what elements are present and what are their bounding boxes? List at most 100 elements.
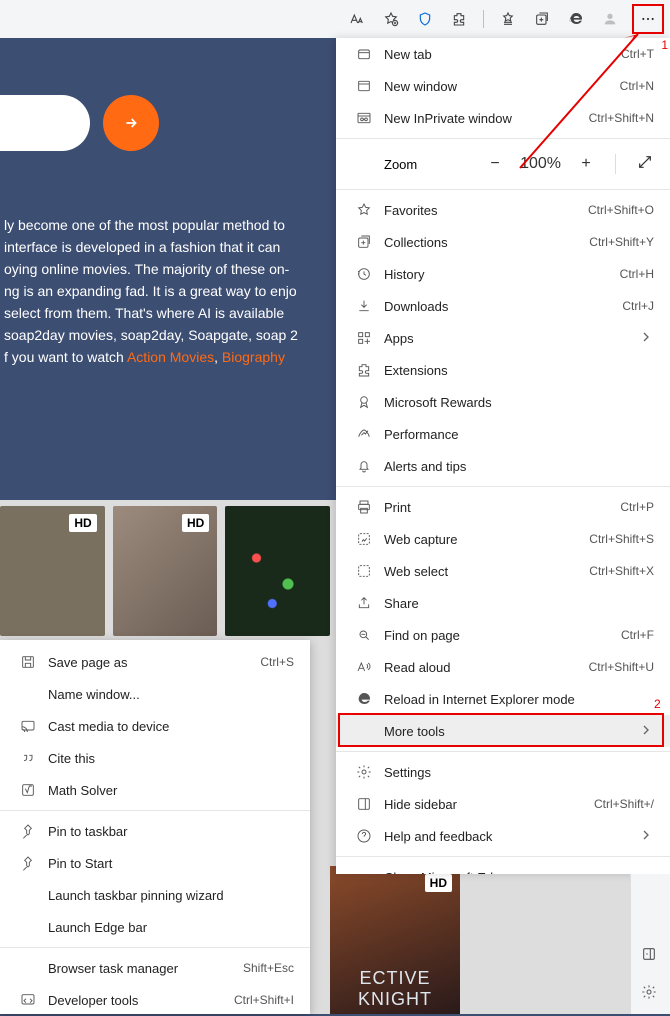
menu-item-settings[interactable]: Settings [336,756,670,788]
sidebar-icon [352,796,376,812]
menu-item-favorites[interactable]: FavoritesCtrl+Shift+O [336,194,670,226]
menu-item-developer-tools[interactable]: Developer toolsCtrl+Shift+I [0,984,310,1016]
browser-sidebar [630,874,670,1014]
history-icon [352,266,376,282]
menu-item-new-inprivate-window[interactable]: New InPrivate windowCtrl+Shift+N [336,102,670,134]
fullscreen-button[interactable] [636,154,654,175]
menu-label: Hide sidebar [376,797,594,812]
menu-divider [0,810,310,811]
menu-item-new-window[interactable]: New windowCtrl+N [336,70,670,102]
window-icon [352,78,376,94]
menu-item-microsoft-rewards[interactable]: Microsoft Rewards [336,386,670,418]
menu-label: Save page as [40,655,260,670]
menu-item-save-page-as[interactable]: Save page asCtrl+S [0,646,310,678]
menu-shortcut: Ctrl+Shift+N [589,111,654,125]
menu-label: Performance [376,427,654,442]
menu-shortcut: Ctrl+H [620,267,654,281]
pin-icon [16,855,40,871]
menu-item-reload-in-internet-explorer-mode[interactable]: Reload in Internet Explorer mode [336,683,670,715]
menu-item-alerts-and-tips[interactable]: Alerts and tips [336,450,670,482]
menu-item-new-tab[interactable]: New tabCtrl+T [336,38,670,70]
menu-item-more-tools[interactable]: More tools [336,715,670,747]
menu-item-pin-to-taskbar[interactable]: Pin to taskbar [0,815,310,847]
desc-line: oying online movies. The majority of the… [4,261,289,277]
menu-label: New window [376,79,620,94]
menu-item-web-capture[interactable]: Web captureCtrl+Shift+S [336,523,670,555]
menu-item-extensions[interactable]: Extensions [336,354,670,386]
menu-item-launch-taskbar-pinning-wizard[interactable]: Launch taskbar pinning wizard [0,879,310,911]
menu-label: Launch Edge bar [40,920,294,935]
sidebar-settings-icon[interactable] [641,984,661,1004]
movie-thumb[interactable] [225,506,330,636]
movie-thumb[interactable]: HD [0,506,105,636]
zoom-out-button[interactable]: − [486,155,504,173]
menu-divider [0,947,310,948]
desc-line: ly become one of the most popular method… [4,217,285,233]
menu-item-browser-task-manager[interactable]: Browser task managerShift+Esc [0,952,310,984]
hd-badge: HD [69,514,96,532]
tab-icon [352,46,376,62]
zoom-in-button[interactable]: + [577,155,595,173]
menu-item-read-aloud[interactable]: Read aloudCtrl+Shift+U [336,651,670,683]
perf-icon [352,426,376,442]
menu-item-collections[interactable]: CollectionsCtrl+Shift+Y [336,226,670,258]
search-go-button[interactable] [103,95,159,151]
menu-item-name-window[interactable]: Name window... [0,678,310,710]
menu-shortcut: Ctrl+Shift+X [589,564,654,578]
inprivate-icon [352,110,376,126]
annotation-box-1 [632,4,664,34]
ie-icon [352,691,376,707]
link-biography[interactable]: Biography [222,349,285,365]
chevron-right-icon [638,827,654,846]
ie-mode-icon[interactable] [566,9,586,29]
menu-label: Web select [376,564,589,579]
link-sep: , [214,349,222,365]
menu-item-hide-sidebar[interactable]: Hide sidebarCtrl+Shift+/ [336,788,670,820]
menu-item-history[interactable]: HistoryCtrl+H [336,258,670,290]
menu-label: Cite this [40,751,294,766]
menu-label: Downloads [376,299,622,314]
menu-divider [336,189,670,190]
collections-icon [352,234,376,250]
menu-shortcut: Shift+Esc [243,961,294,975]
shield-icon[interactable] [415,9,435,29]
menu-item-launch-edge-bar[interactable]: Launch Edge bar [0,911,310,943]
menu-item-cast-media-to-device[interactable]: Cast media to device [0,710,310,742]
menu-item-math-solver[interactable]: Math Solver [0,774,310,806]
profile-icon[interactable] [600,9,620,29]
page-description: ly become one of the most popular method… [0,210,350,372]
movie-thumb-below[interactable]: HD ECTIVE KNIGHT [330,866,460,1014]
menu-item-close-microsoft-edge[interactable]: Close Microsoft Edge [336,861,670,874]
extensions-icon[interactable] [449,9,469,29]
menu-item-share[interactable]: Share [336,587,670,619]
menu-item-help-and-feedback[interactable]: Help and feedback [336,820,670,852]
menu-item-apps[interactable]: Apps [336,322,670,354]
menu-label: Web capture [376,532,589,547]
menu-divider [336,856,670,857]
text-size-icon[interactable] [347,9,367,29]
pin-icon [16,823,40,839]
menu-item-performance[interactable]: Performance [336,418,670,450]
settings-menu: New tabCtrl+TNew windowCtrl+NNew InPriva… [336,38,670,874]
favorite-add-icon[interactable] [381,9,401,29]
collections-icon[interactable] [532,9,552,29]
menu-item-web-select[interactable]: Web selectCtrl+Shift+X [336,555,670,587]
menu-label: Alerts and tips [376,459,654,474]
menu-item-cite-this[interactable]: Cite this [0,742,310,774]
help-icon [352,828,376,844]
movie-thumb[interactable]: HD [113,506,218,636]
menu-label: Name window... [40,687,294,702]
menu-item-find-on-page[interactable]: Find on pageCtrl+F [336,619,670,651]
sidebar-add-icon[interactable] [641,946,661,966]
favorites-list-icon[interactable] [498,9,518,29]
menu-shortcut: Ctrl+Shift+U [589,660,654,674]
menu-item-downloads[interactable]: DownloadsCtrl+J [336,290,670,322]
menu-shortcut: Ctrl+J [622,299,654,313]
desc-line: ng is an expanding fad. It is a great wa… [4,283,297,299]
menu-item-pin-to-start[interactable]: Pin to Start [0,847,310,879]
menu-label: New tab [376,47,621,62]
menu-item-print[interactable]: PrintCtrl+P [336,491,670,523]
link-action-movies[interactable]: Action Movies [127,349,214,365]
readaloud-icon [352,659,376,675]
zoom-label: Zoom [352,157,486,172]
